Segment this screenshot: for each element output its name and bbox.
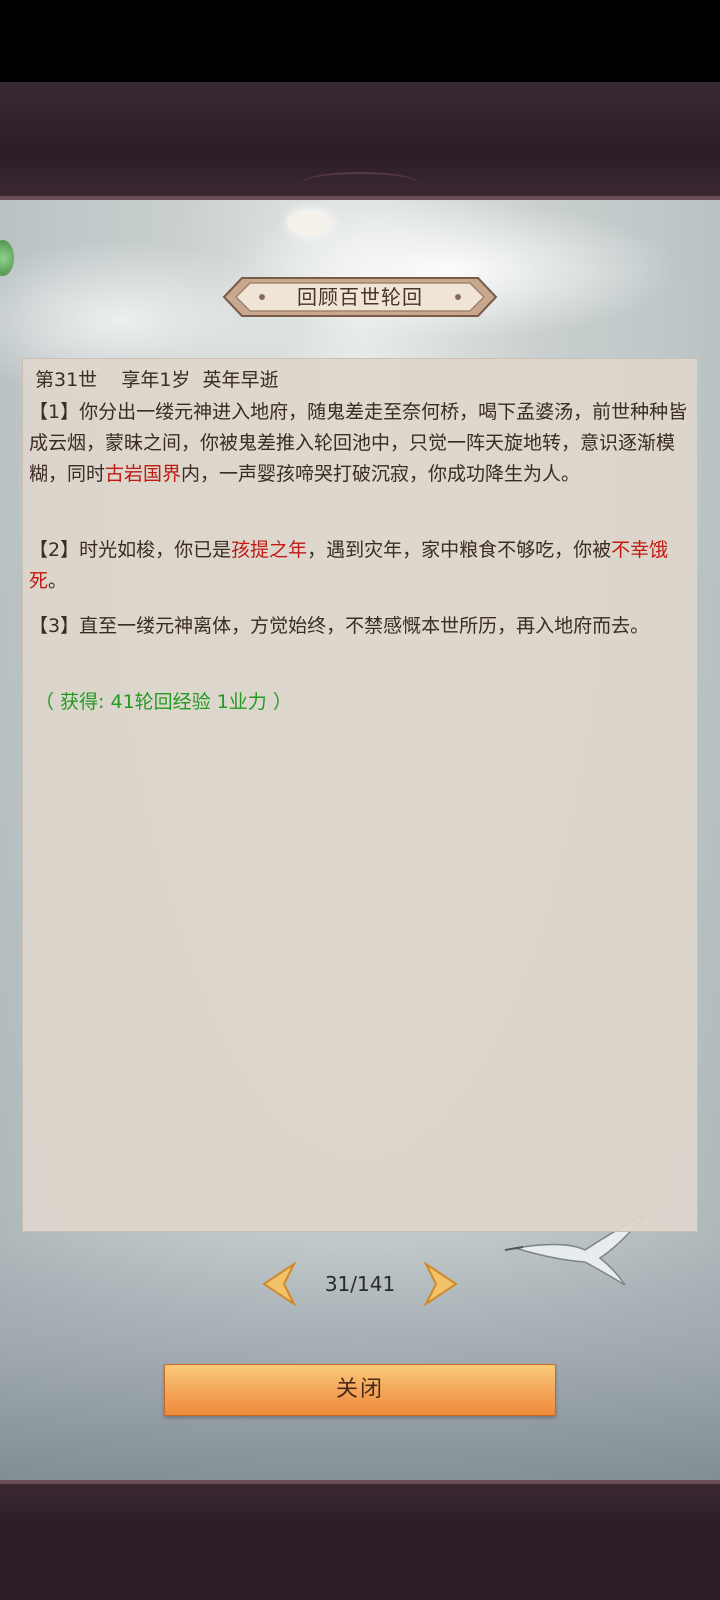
life-record-box[interactable]: 第31世 享年1岁 英年早逝 【1】你分出一缕元神进入地府，随鬼差走至奈何桥，喝… — [22, 358, 698, 1232]
life-header: 第31世 享年1岁 英年早逝 — [35, 369, 279, 391]
dialog-title: 回顾百世轮回 — [297, 285, 423, 309]
close-button-label: 关闭 — [335, 1377, 384, 1402]
highlight-place: 古岩国界 — [105, 463, 182, 485]
event-text: 内，一声婴孩啼哭打破沉寂，你成功降生为人。 — [181, 463, 581, 485]
next-page-arrow-icon[interactable] — [424, 1262, 460, 1306]
status-bar — [0, 0, 720, 82]
event-paragraph-3: 【3】直至一缕元神离体，方觉始终，不禁感慨本世所历，再入地府而去。 — [29, 611, 689, 642]
event-paragraph-2: 【2】时光如梭，你已是孩提之年，遇到灾年，家中粮食不够吃，你被不幸饿死。 — [29, 535, 689, 597]
event-text: 。 — [48, 570, 68, 592]
event-paragraph-1: 【1】你分出一缕元神进入地府，随鬼差走至奈何桥，喝下孟婆汤，前世种种皆成云烟，蒙… — [29, 397, 689, 490]
moon-decoration — [287, 210, 333, 236]
reward-text: （ 获得: 41轮回经验 1业力 ） — [35, 691, 292, 713]
prev-page-arrow-icon[interactable] — [260, 1262, 296, 1306]
close-button[interactable]: 关闭 — [164, 1364, 556, 1416]
frame-ornament — [300, 172, 420, 196]
title-banner: 回顾百世轮回 — [222, 272, 498, 322]
event-text: ，遇到灾年，家中粮食不够吃，你被 — [307, 539, 612, 561]
frame-border-bottom — [0, 1480, 720, 1484]
bottom-frame — [0, 1480, 720, 1600]
event-text: 【2】时光如梭，你已是 — [29, 539, 232, 561]
event-text: 【3】直至一缕元神离体，方觉始终，不禁感慨本世所历，再入地府而去。 — [29, 615, 650, 637]
page-indicator: 31/141 — [324, 1272, 396, 1296]
highlight-age: 孩提之年 — [231, 539, 308, 561]
